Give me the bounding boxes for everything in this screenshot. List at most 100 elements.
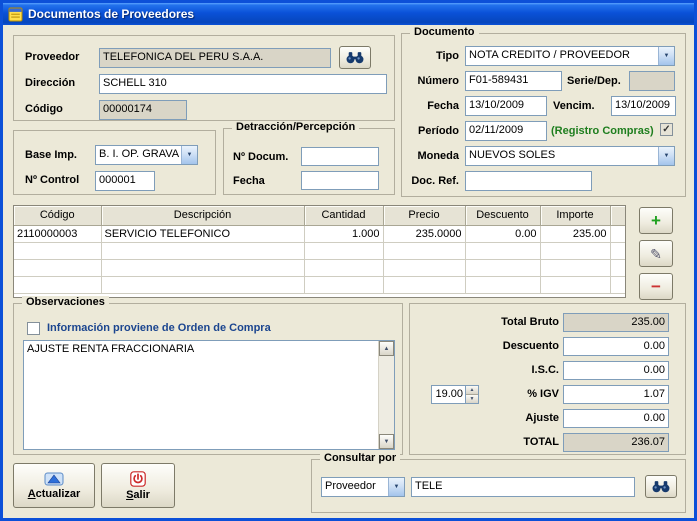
grid-header-importe[interactable]: Importe bbox=[540, 206, 611, 226]
proveedor-search-button[interactable] bbox=[339, 46, 371, 69]
docref-label: Doc. Ref. bbox=[411, 175, 459, 187]
grid-header-cantidad[interactable]: Cantidad bbox=[304, 206, 384, 226]
titlebar[interactable]: Documentos de Proveedores bbox=[3, 3, 694, 25]
cell-empty bbox=[304, 242, 384, 260]
doc-fecha-field[interactable]: 13/10/2009 bbox=[465, 96, 547, 116]
igv-rate-value: 19.00 bbox=[435, 388, 463, 400]
consultar-search-button[interactable] bbox=[645, 475, 677, 498]
ndocum-label: Nº Docum. bbox=[233, 151, 289, 163]
grid-header-descuento[interactable]: Descuento bbox=[465, 206, 541, 226]
app-icon bbox=[8, 7, 23, 22]
moneda-select[interactable]: NUEVOS SOLES ▼ bbox=[465, 146, 675, 166]
cell-empty bbox=[101, 259, 305, 277]
cell-empty bbox=[14, 259, 102, 277]
binoculars-icon bbox=[346, 51, 364, 64]
numero-field[interactable]: F01-589431 bbox=[465, 71, 562, 91]
spin-down-icon[interactable]: ▼ bbox=[466, 395, 478, 403]
cell-empty bbox=[610, 242, 625, 260]
isc-field[interactable]: 0.00 bbox=[563, 361, 669, 380]
cell-importe[interactable]: 235.00 bbox=[540, 225, 611, 243]
consultar-text-field[interactable]: TELE bbox=[411, 477, 635, 497]
tipo-select[interactable]: NOTA CREDITO / PROVEEDOR ▼ bbox=[465, 46, 675, 66]
consultar-tipo-select[interactable]: Proveedor ▼ bbox=[321, 477, 405, 497]
add-row-button[interactable]: + bbox=[639, 207, 673, 234]
grid-empty-row[interactable] bbox=[14, 259, 625, 277]
actualizar-label: Actualizar bbox=[27, 487, 81, 500]
update-icon bbox=[44, 472, 64, 486]
grid-header-descripcion[interactable]: Descripción bbox=[101, 206, 305, 226]
control-field[interactable]: 000001 bbox=[95, 171, 155, 191]
documento-title: Documento bbox=[410, 26, 479, 38]
numero-label: Número bbox=[417, 75, 459, 87]
cell-descripcion[interactable]: SERVICIO TELEFONICO bbox=[101, 225, 305, 243]
cell-precio[interactable]: 235.0000 bbox=[383, 225, 466, 243]
observaciones-text: AJUSTE RENTA FRACCIONARIA bbox=[27, 343, 195, 355]
chevron-down-icon[interactable]: ▼ bbox=[658, 147, 674, 165]
grid-header-blank bbox=[610, 206, 625, 226]
delete-row-button[interactable]: − bbox=[639, 273, 673, 300]
periodo-field[interactable]: 02/11/2009 bbox=[465, 121, 547, 141]
igv-rate-spinner[interactable]: 19.00 ▲ ▼ bbox=[431, 385, 479, 404]
codigo-field: 00000174 bbox=[99, 100, 187, 120]
codigo-label: Código bbox=[25, 103, 63, 115]
igv-field[interactable]: 1.07 bbox=[563, 385, 669, 404]
total-bruto-field: 235.00 bbox=[563, 313, 669, 332]
spinner-buttons: ▲ ▼ bbox=[465, 386, 478, 403]
proveedor-label: Proveedor bbox=[25, 51, 80, 63]
items-grid: Código Descripción Cantidad Precio Descu… bbox=[13, 205, 626, 298]
cell-empty bbox=[540, 276, 611, 294]
grid-empty-row[interactable] bbox=[14, 242, 625, 260]
tipo-value: NOTA CREDITO / PROVEEDOR bbox=[469, 49, 630, 61]
cell-blank bbox=[610, 225, 625, 243]
chevron-down-icon[interactable]: ▼ bbox=[388, 478, 404, 496]
cell-empty bbox=[14, 276, 102, 294]
cell-empty bbox=[101, 242, 305, 260]
control-label: Nº Control bbox=[25, 174, 80, 186]
grid-header-codigo[interactable]: Código bbox=[14, 206, 102, 226]
spin-up-icon[interactable]: ▲ bbox=[466, 386, 478, 395]
orden-compra-checkbox[interactable] bbox=[27, 322, 40, 335]
cell-empty bbox=[610, 259, 625, 277]
app-window: Documentos de Proveedores Proveedor TELE… bbox=[0, 0, 697, 521]
direccion-field[interactable]: SCHELL 310 bbox=[99, 74, 387, 94]
chevron-down-icon[interactable]: ▼ bbox=[181, 146, 197, 164]
actualizar-button[interactable]: Actualizar bbox=[13, 463, 95, 508]
grid-row[interactable]: 2110000003 SERVICIO TELEFONICO 1.000 235… bbox=[14, 225, 625, 243]
cell-codigo[interactable]: 2110000003 bbox=[14, 225, 102, 243]
grid-header-precio[interactable]: Precio bbox=[383, 206, 466, 226]
periodo-label: Período bbox=[418, 125, 459, 137]
chevron-down-icon[interactable]: ▼ bbox=[658, 47, 674, 65]
cell-empty bbox=[383, 276, 466, 294]
detraccion-fecha-label: Fecha bbox=[233, 175, 265, 187]
edit-row-button[interactable]: ✎ bbox=[639, 240, 673, 267]
total-field: 236.07 bbox=[563, 433, 669, 452]
scroll-down-icon[interactable]: ▼ bbox=[379, 434, 394, 449]
scroll-up-icon[interactable]: ▲ bbox=[379, 341, 394, 356]
observaciones-textarea[interactable]: AJUSTE RENTA FRACCIONARIA ▲ ▼ bbox=[23, 340, 395, 450]
cell-cantidad[interactable]: 1.000 bbox=[304, 225, 384, 243]
ajuste-field[interactable]: 0.00 bbox=[563, 409, 669, 428]
detraccion-fecha-field[interactable] bbox=[301, 171, 379, 190]
direccion-label: Dirección bbox=[25, 77, 76, 89]
plus-icon: + bbox=[651, 211, 661, 230]
descuento-field[interactable]: 0.00 bbox=[563, 337, 669, 356]
grid-empty-row[interactable] bbox=[14, 276, 625, 294]
salir-button[interactable]: Salir bbox=[101, 463, 175, 508]
moneda-label: Moneda bbox=[417, 150, 459, 162]
binoculars-icon bbox=[652, 480, 670, 493]
cell-empty bbox=[101, 276, 305, 294]
vencim-field[interactable]: 13/10/2009 bbox=[611, 96, 676, 116]
orden-compra-label: Información proviene de Orden de Compra bbox=[47, 322, 271, 334]
observaciones-scrollbar[interactable]: ▲ ▼ bbox=[378, 341, 394, 449]
total-bruto-label: Total Bruto bbox=[501, 316, 559, 328]
docref-field[interactable] bbox=[465, 171, 592, 191]
cell-descuento[interactable]: 0.00 bbox=[465, 225, 541, 243]
registro-compras-checkbox[interactable]: ✓ bbox=[660, 123, 673, 136]
ndocum-field[interactable] bbox=[301, 147, 379, 166]
minus-icon: − bbox=[651, 277, 661, 296]
moneda-value: NUEVOS SOLES bbox=[469, 149, 556, 161]
total-label: TOTAL bbox=[523, 436, 559, 448]
base-imp-select[interactable]: B. I. OP. GRAVA ▼ bbox=[95, 145, 198, 165]
consultar-tipo-value: Proveedor bbox=[325, 480, 376, 492]
cell-empty bbox=[465, 276, 541, 294]
